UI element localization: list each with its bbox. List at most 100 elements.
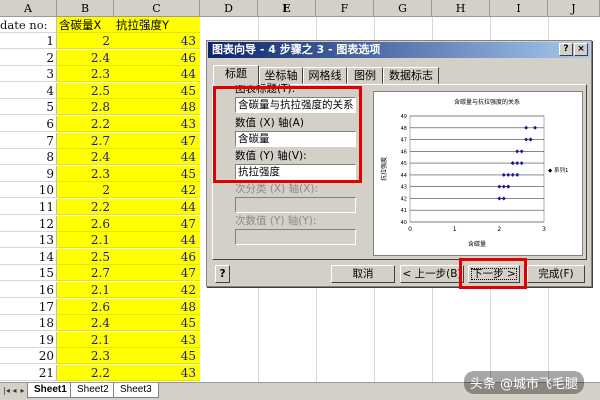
row-number[interactable]: 21 — [0, 365, 57, 381]
next-sheet-icon[interactable]: ▸ — [18, 385, 27, 396]
cell-tensile-y[interactable]: 43 — [114, 331, 200, 348]
cell-carbon-x[interactable]: 2.6 — [57, 298, 114, 315]
row-number[interactable]: 9 — [0, 165, 57, 182]
row-number[interactable]: 1 — [0, 33, 57, 49]
cell-carbon-x[interactable]: 2.2 — [57, 116, 114, 132]
row-number[interactable]: 6 — [0, 116, 57, 132]
row-number[interactable]: 18 — [0, 315, 57, 332]
cell-carbon-x[interactable]: 2.5 — [57, 248, 114, 265]
row-number[interactable]: 5 — [0, 99, 57, 116]
cell-a1[interactable]: date no: — [0, 17, 57, 33]
cell-tensile-y[interactable]: 48 — [114, 99, 200, 116]
cell-carbon-x[interactable]: 2.5 — [57, 82, 114, 99]
sheet-tab-1[interactable]: Sheet1 — [27, 383, 74, 398]
row-number[interactable]: 20 — [0, 348, 57, 365]
cell-tensile-y[interactable]: 42 — [114, 182, 200, 199]
row-number[interactable]: 15 — [0, 265, 57, 282]
sheet-tab-2[interactable]: Sheet2 — [70, 383, 116, 398]
col-header-i[interactable]: I — [490, 0, 548, 17]
row-number[interactable]: 13 — [0, 232, 57, 249]
col-header-g[interactable]: G — [374, 0, 432, 17]
cell-carbon-x[interactable]: 2.6 — [57, 215, 114, 232]
cell-tensile-y[interactable]: 45 — [114, 315, 200, 332]
cell-carbon-x[interactable]: 2.1 — [57, 331, 114, 348]
cell-carbon-x[interactable]: 2.4 — [57, 315, 114, 332]
cell-tensile-y[interactable]: 48 — [114, 298, 200, 315]
row-number[interactable]: 8 — [0, 149, 57, 166]
col-header-j[interactable]: J — [548, 0, 600, 17]
chart-title: 含碳量与抗拉强度的关系 — [454, 98, 520, 106]
cell-tensile-y[interactable]: 46 — [114, 248, 200, 265]
cell-tensile-y[interactable]: 43 — [114, 33, 200, 49]
cell-tensile-y[interactable]: 43 — [114, 365, 200, 381]
cell-tensile-y[interactable]: 44 — [114, 149, 200, 166]
col-header-c[interactable]: C — [114, 0, 200, 17]
x-tick-label: 2 — [497, 226, 501, 233]
cell-carbon-x[interactable]: 2.3 — [57, 348, 114, 365]
row-number[interactable]: 19 — [0, 331, 57, 348]
cell-carbon-x[interactable]: 2.2 — [57, 365, 114, 381]
col-header-d[interactable]: D — [200, 0, 258, 17]
cell-tensile-y[interactable]: 47 — [114, 132, 200, 149]
row-number[interactable]: 7 — [0, 132, 57, 149]
dialog-title-bar[interactable]: 图表向导 - 4 步骤之 3 - 图表选项 — [208, 42, 590, 58]
cell-tensile-y[interactable]: 47 — [114, 265, 200, 282]
cell-tensile-y[interactable]: 46 — [114, 49, 200, 66]
col-header-e[interactable]: E — [258, 0, 316, 17]
cell-tensile-y[interactable]: 44 — [114, 232, 200, 249]
cell-tensile-y[interactable]: 44 — [114, 199, 200, 215]
col-header-b[interactable]: B — [57, 0, 114, 17]
cell-carbon-x[interactable]: 2.8 — [57, 99, 114, 116]
row-number[interactable]: 10 — [0, 182, 57, 199]
cell-carbon-x[interactable]: 2.1 — [57, 232, 114, 249]
cell-tensile-y[interactable]: 45 — [114, 165, 200, 182]
row-number[interactable]: 14 — [0, 248, 57, 265]
cell-tensile-y[interactable]: 44 — [114, 66, 200, 83]
x-tick-label: 1 — [453, 226, 457, 233]
plot-area — [409, 115, 545, 223]
x-tick-label: 0 — [408, 226, 412, 233]
row-number[interactable]: 12 — [0, 215, 57, 232]
cell-carbon-x[interactable]: 2.7 — [57, 132, 114, 149]
cell-c1[interactable]: 抗拉强度Y — [114, 17, 200, 33]
tab-legend[interactable]: 图例 — [347, 67, 383, 84]
cell-carbon-x[interactable]: 2 — [57, 33, 114, 49]
tab-axes[interactable]: 坐标轴 — [259, 67, 303, 84]
help-button[interactable]: ? — [215, 265, 230, 283]
cancel-button[interactable]: 取消 — [331, 265, 395, 283]
col-header-f[interactable]: F — [316, 0, 374, 17]
sheet-tab-3[interactable]: Sheet3 — [113, 383, 159, 398]
col-header-h[interactable]: H — [432, 0, 490, 17]
row-number[interactable]: 16 — [0, 282, 57, 298]
cell-tensile-y[interactable]: 43 — [114, 116, 200, 132]
cell-carbon-x[interactable]: 2.2 — [57, 199, 114, 215]
y-tick-label: 40 — [401, 220, 407, 226]
row-number[interactable]: 17 — [0, 298, 57, 315]
help-title-button[interactable]: ? — [559, 43, 573, 56]
cell-carbon-x[interactable]: 2.7 — [57, 265, 114, 282]
cell-tensile-y[interactable]: 45 — [114, 348, 200, 365]
cell-b1[interactable]: 含碳量X — [57, 17, 114, 33]
cell-carbon-x[interactable]: 2.3 — [57, 165, 114, 182]
cell-carbon-x[interactable]: 2.1 — [57, 282, 114, 298]
row-number[interactable]: 2 — [0, 49, 57, 66]
cell-carbon-x[interactable]: 2.4 — [57, 49, 114, 66]
cell-carbon-x[interactable]: 2.4 — [57, 149, 114, 166]
tab-gridlines[interactable]: 网格线 — [303, 67, 347, 84]
cell-carbon-x[interactable]: 2 — [57, 182, 114, 199]
close-icon[interactable]: × — [574, 43, 588, 56]
row-number[interactable]: 4 — [0, 82, 57, 99]
finish-button[interactable]: 完成(F) — [527, 265, 585, 283]
row-number[interactable]: 3 — [0, 66, 57, 83]
cell-tensile-y[interactable]: 47 — [114, 215, 200, 232]
y-tick-label: 48 — [401, 126, 407, 132]
cell-tensile-y[interactable]: 45 — [114, 82, 200, 99]
cell-carbon-x[interactable]: 2.3 — [57, 66, 114, 83]
row-number[interactable]: 11 — [0, 199, 57, 215]
cell-tensile-y[interactable]: 42 — [114, 282, 200, 298]
col-header-a[interactable]: A — [0, 0, 57, 17]
x-tick-label: 3 — [542, 226, 546, 233]
back-button[interactable]: < 上一步(B) — [400, 265, 464, 283]
tab-data-labels[interactable]: 数据标志 — [383, 67, 439, 84]
tab-title[interactable]: 标题 — [213, 65, 259, 85]
